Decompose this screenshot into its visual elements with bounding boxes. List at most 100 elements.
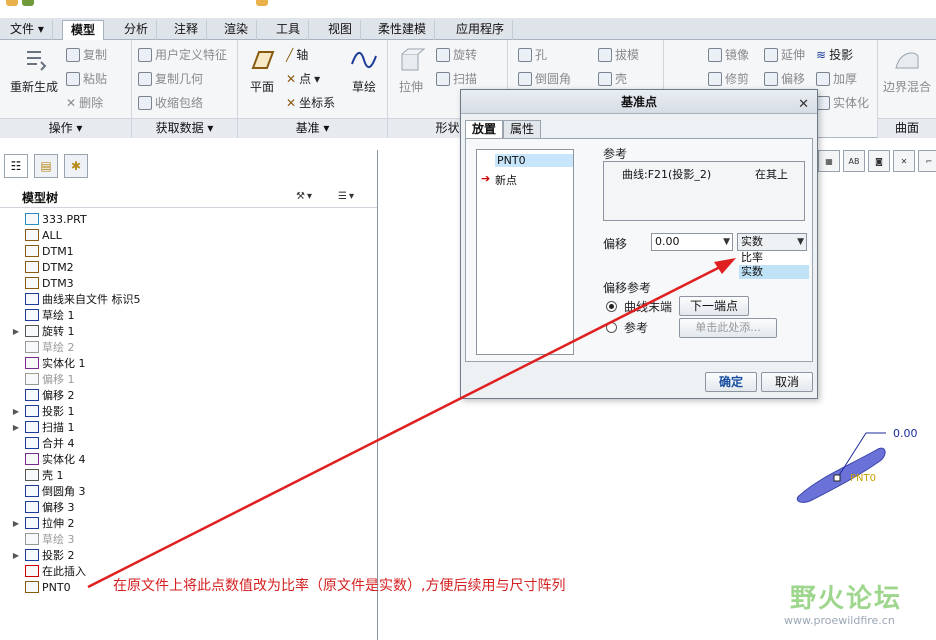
tree-item[interactable]: ▶ 投影 1 (0, 403, 75, 419)
model-tree-tab[interactable]: ☷ (4, 154, 28, 178)
mirror-button[interactable]: 镜像 (708, 46, 749, 63)
references-box[interactable]: 曲线:F21(投影_2) 在其上 (603, 161, 805, 221)
tree-item[interactable]: DTM3 (0, 275, 74, 291)
expand-icon[interactable]: ▶ (11, 407, 21, 416)
extend-button[interactable]: 延伸 (764, 46, 805, 63)
offset-value-field[interactable]: 0.00 ▼ (651, 233, 733, 251)
view-tool-1[interactable]: ▦ (818, 150, 840, 172)
tree-show-button[interactable]: ☰ ▾ (338, 187, 370, 205)
tree-item[interactable]: 偏移 1 (0, 371, 75, 387)
tab-properties[interactable]: 属性 (503, 120, 542, 138)
tree-item[interactable]: DTM1 (0, 243, 74, 259)
copy-geometry-button[interactable]: 复制几何 (138, 70, 203, 87)
radio-reference[interactable] (606, 322, 617, 333)
tab-render[interactable]: 渲染 (216, 20, 258, 40)
tree-item[interactable]: 草绘 2 (0, 339, 75, 355)
tree-item[interactable]: DTM2 (0, 259, 74, 275)
tree-item[interactable]: 偏移 2 (0, 387, 75, 403)
sweep-button[interactable]: 扫描 (436, 70, 477, 87)
folder-browser-tab[interactable]: ▤ (34, 154, 58, 178)
tab-view[interactable]: 视图 (320, 20, 362, 40)
list-item-new-point[interactable]: 新点 (495, 172, 517, 188)
tree-item[interactable]: 草绘 3 (0, 531, 75, 547)
option-real[interactable]: 实数 (739, 265, 809, 279)
group-label-surfaces[interactable]: 曲面 (878, 118, 936, 138)
view-tool-3[interactable]: ◙ (868, 150, 890, 172)
tree-item[interactable]: ALL (0, 227, 62, 243)
tree-item[interactable]: 实体化 1 (0, 355, 86, 371)
regenerate-button[interactable]: 重新生成 (8, 46, 60, 95)
datum-plane-button[interactable]: 平面 (244, 46, 280, 95)
tree-item[interactable]: 在此插入 (0, 563, 86, 579)
extrude-button[interactable]: 拉伸 (394, 46, 428, 95)
click-to-add-field[interactable]: 单击此处添... (679, 318, 777, 338)
tree-item[interactable]: ▶ 扫描 1 (0, 419, 75, 435)
sketch-button[interactable]: 草绘 (346, 46, 382, 95)
tree-item[interactable]: 草绘 1 (0, 307, 75, 323)
tab-applications[interactable]: 应用程序 (448, 20, 514, 40)
paste-button[interactable]: 粘贴 (66, 70, 107, 87)
tab-placement[interactable]: 放置 (465, 120, 504, 138)
radio-curve-end[interactable] (606, 301, 617, 312)
view-tool-5[interactable]: ⌐ (918, 150, 936, 172)
list-item-pnt0[interactable]: PNT0 (495, 154, 573, 167)
trim-button[interactable]: 修剪 (708, 70, 749, 87)
draft-button[interactable]: 拔模 (598, 46, 639, 63)
reference-curve[interactable]: 曲线:F21(投影_2) (622, 166, 711, 182)
reference-constraint[interactable]: 在其上 (755, 166, 788, 182)
group-label-datum[interactable]: 基准 ▾ (238, 118, 387, 138)
tab-tools[interactable]: 工具 (268, 20, 310, 40)
tab-file[interactable]: 文件 ▾ (2, 20, 53, 40)
tab-model[interactable]: 模型 (62, 20, 105, 41)
tab-flexible-modeling[interactable]: 柔性建模 (370, 20, 436, 40)
expand-icon[interactable]: ▶ (11, 423, 21, 432)
tree-item[interactable]: ▶ 拉伸 2 (0, 515, 75, 531)
shrinkwrap-button[interactable]: 收缩包络 (138, 94, 203, 111)
thicken-button[interactable]: 加厚 (816, 70, 857, 87)
tab-analysis[interactable]: 分析 (116, 20, 158, 40)
ok-button[interactable]: 确定 (705, 372, 757, 392)
dimension-value[interactable]: 0.00 (893, 427, 918, 440)
shell-button[interactable]: 壳 (598, 70, 627, 87)
tree-item[interactable]: 333.PRT (0, 211, 87, 227)
solidify-button[interactable]: 实体化 (816, 94, 869, 111)
tree-item[interactable]: ▶ 投影 2 (0, 547, 75, 563)
group-label-operations[interactable]: 操作 ▾ (0, 118, 131, 138)
hole-button[interactable]: 孔 (518, 46, 547, 63)
tree-item[interactable]: 曲线来自文件 标识5 (0, 291, 141, 307)
tree-item[interactable]: 实体化 4 (0, 451, 86, 467)
group-label-get-data[interactable]: 获取数据 ▾ (132, 118, 237, 138)
expand-icon[interactable]: ▶ (11, 327, 21, 336)
offset-button[interactable]: 偏移 (764, 70, 805, 87)
tab-annotate[interactable]: 注释 (166, 20, 208, 40)
tree-item[interactable]: ▶ 旋转 1 (0, 323, 75, 339)
view-tool-4[interactable]: ✕ (893, 150, 915, 172)
udf-button[interactable]: 用户定义特征 (138, 46, 227, 63)
tree-item[interactable]: 倒圆角 3 (0, 483, 86, 499)
tree-item[interactable]: PNT0 (0, 579, 71, 595)
tree-item[interactable]: 偏移 3 (0, 499, 75, 515)
view-tool-2[interactable]: AB (843, 150, 865, 172)
favorites-tab[interactable]: ✱ (64, 154, 88, 178)
expand-icon[interactable]: ▶ (11, 551, 21, 560)
tree-item[interactable]: 合并 4 (0, 435, 75, 451)
close-icon[interactable]: ✕ (798, 93, 809, 117)
delete-button[interactable]: ✕ 删除 (66, 94, 103, 111)
next-end-button[interactable]: 下一端点 (679, 296, 749, 316)
boundary-blend-button[interactable]: 边界混合 (882, 46, 932, 95)
cancel-button[interactable]: 取消 (761, 372, 813, 392)
tree-settings-button[interactable]: ⚒ ▾ (296, 187, 328, 205)
revolve-button[interactable]: 旋转 (436, 46, 477, 63)
offset-type-select[interactable]: 实数 ▼ (737, 233, 807, 251)
option-ratio[interactable]: 比率 (739, 251, 809, 265)
datum-csys-button[interactable]: ✕ 坐标系 (286, 94, 335, 111)
expand-icon[interactable]: ▶ (11, 519, 21, 528)
copy-button[interactable]: 复制 (66, 46, 107, 63)
point-tag[interactable]: PNT0 (850, 473, 876, 484)
pane-divider[interactable] (377, 150, 378, 640)
datum-point-button[interactable]: ✕ 点 ▾ (286, 70, 320, 87)
round-button[interactable]: 倒圆角 (518, 70, 571, 87)
project-button[interactable]: ≋ 投影 (816, 46, 853, 63)
datum-axis-button[interactable]: ╱ 轴 (286, 46, 308, 63)
tree-item[interactable]: 壳 1 (0, 467, 64, 483)
